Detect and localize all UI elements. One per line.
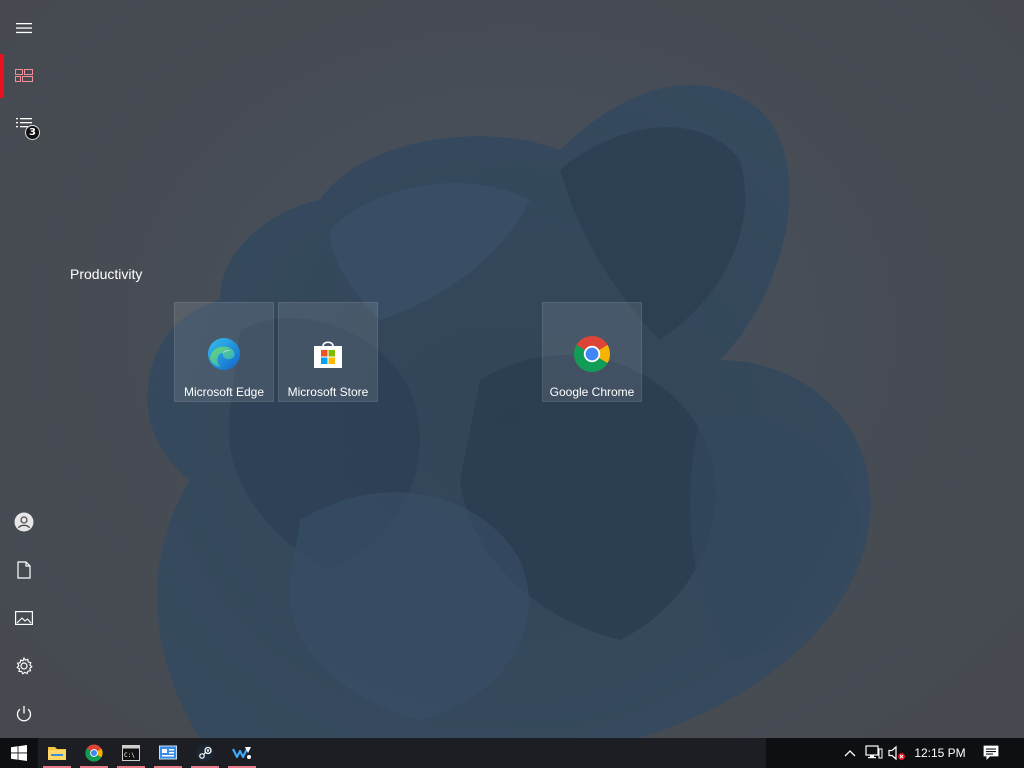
show-hidden-icons-button[interactable]	[840, 738, 860, 768]
terminal-icon: C:\	[122, 745, 140, 761]
expand-menu-button[interactable]	[0, 4, 48, 52]
network-button[interactable]	[862, 738, 886, 768]
taskbar-control-panel[interactable]	[150, 738, 186, 768]
pictures-button[interactable]	[0, 594, 48, 642]
action-center-icon	[983, 745, 999, 760]
gear-icon	[16, 657, 33, 675]
tile-microsoft-edge[interactable]: Microsoft Edge	[174, 302, 274, 402]
account-button[interactable]	[0, 498, 48, 546]
power-icon	[16, 706, 32, 722]
document-icon	[17, 561, 31, 579]
desktop-wallpaper	[0, 0, 1024, 738]
start-button[interactable]	[0, 738, 38, 768]
tile-label: Microsoft Edge	[183, 385, 265, 399]
store-icon	[314, 341, 342, 368]
vs-icon	[232, 747, 251, 759]
taskbar-steam[interactable]	[187, 738, 223, 768]
pinned-tiles-button[interactable]	[0, 52, 48, 100]
documents-button[interactable]	[0, 546, 48, 594]
chrome-icon	[573, 336, 611, 373]
volume-button[interactable]	[886, 738, 908, 768]
network-icon	[865, 745, 883, 759]
chrome-icon	[85, 744, 103, 762]
svg-text:C:\: C:\	[124, 752, 135, 759]
tiles-icon	[15, 69, 33, 82]
pictures-icon	[15, 611, 33, 625]
volume-muted-icon	[888, 745, 905, 761]
start-menu-rail: 3	[0, 0, 48, 738]
taskbar: C:\ 12:15 PM	[0, 738, 1024, 768]
taskbar-visual-studio[interactable]	[224, 738, 260, 768]
tile-label: Microsoft Store	[287, 385, 369, 399]
wallpaper-bloom-shape	[147, 84, 871, 738]
folder-icon	[48, 747, 66, 760]
group-title[interactable]: Productivity	[70, 266, 142, 282]
power-button[interactable]	[0, 690, 48, 738]
edge-icon	[208, 338, 240, 370]
taskbar-clock[interactable]: 12:15 PM	[908, 738, 972, 768]
hamburger-menu-icon	[16, 23, 32, 34]
action-center-button[interactable]	[976, 738, 1006, 768]
steam-icon	[196, 744, 214, 762]
chevron-up-icon	[844, 750, 856, 757]
windows-logo-icon	[11, 745, 27, 761]
settings-button[interactable]	[0, 642, 48, 690]
tile-microsoft-store[interactable]: Microsoft Store	[278, 302, 378, 402]
all-apps-button[interactable]: 3	[0, 100, 48, 148]
control-panel-icon	[159, 745, 177, 760]
tile-google-chrome[interactable]: Google Chrome	[542, 302, 642, 402]
taskbar-command-prompt[interactable]: C:\	[113, 738, 149, 768]
taskbar-file-explorer[interactable]	[39, 738, 75, 768]
tile-label: Google Chrome	[549, 385, 635, 399]
user-icon	[14, 512, 34, 532]
taskbar-google-chrome[interactable]	[76, 738, 112, 768]
notification-badge: 3	[25, 125, 40, 140]
